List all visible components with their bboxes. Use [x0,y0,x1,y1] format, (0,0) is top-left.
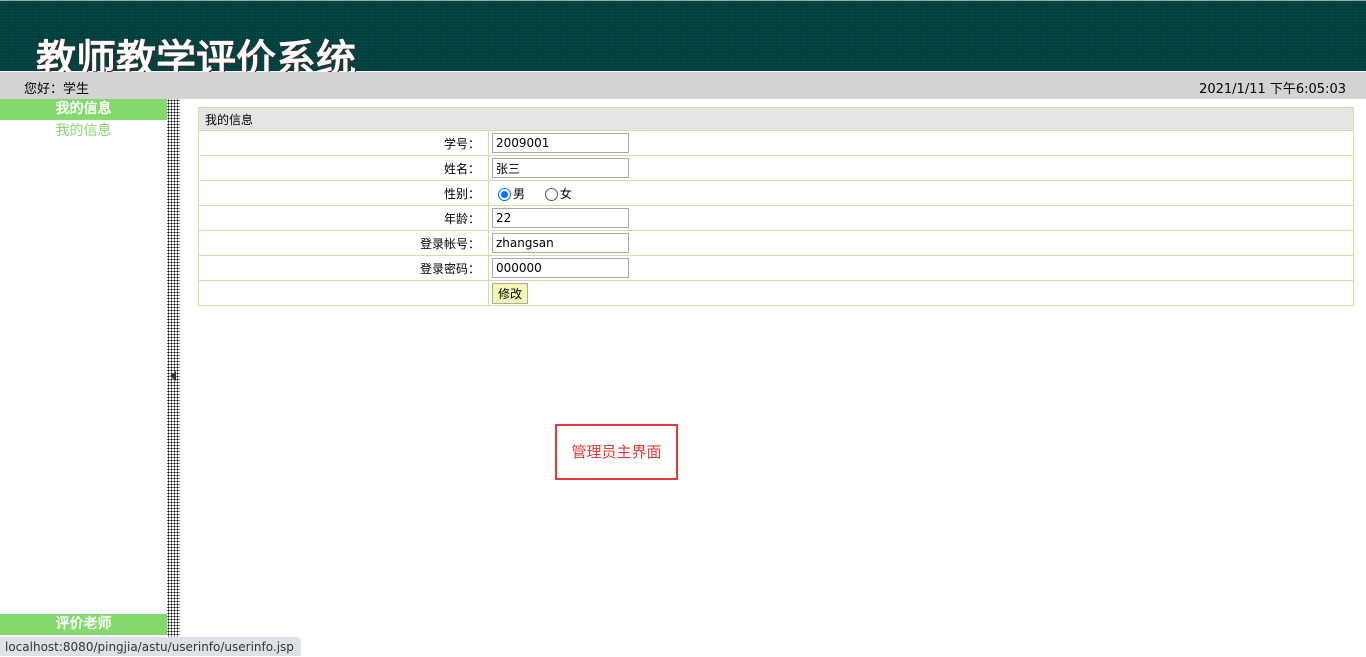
collapse-arrow-icon[interactable] [170,371,176,381]
sidebar-section-evaluate-teacher[interactable]: 评价老师 [0,614,167,635]
modify-button[interactable]: 修改 [492,282,529,304]
account-label: 登录帐号： [198,230,489,256]
empty-cell [198,280,489,306]
student-id-input[interactable] [492,133,629,153]
top-bar: 您好：学生 2021/1/11 下午6:05:03 [0,72,1366,99]
sidebar-section-my-info[interactable]: 我的信息 [0,99,167,120]
gender-female-label: 女 [559,186,572,201]
gender-label: 性别： [198,180,489,206]
age-label: 年龄： [198,205,489,231]
sidebar-item-my-info[interactable]: 我的信息 [0,120,167,142]
age-input[interactable] [492,208,629,228]
status-bar-url: localhost:8080/pingjia/astu/userinfo/use… [0,637,301,656]
name-input[interactable] [492,158,629,178]
student-id-label: 学号： [198,130,489,156]
account-input[interactable] [492,233,629,253]
header-banner: 教师教学评价系统 [0,0,1366,83]
password-label: 登录密码： [198,255,489,281]
datetime: 2021/1/11 下午6:05:03 [1199,82,1346,97]
user-info-form: 我的信息 学号： 姓名： 性别： 男 女 年龄： 登录帐号： 登录密码： 修改 [198,107,1354,306]
name-label: 姓名： [198,155,489,181]
gender-male-label: 男 [513,186,526,201]
gender-male-radio[interactable] [498,187,511,201]
admin-main-label: 管理员主界面 [555,424,678,480]
greeting: 您好：学生 [24,82,90,97]
sidebar: 我的信息 我的信息 评价老师 [0,99,167,656]
form-caption: 我的信息 [198,107,1354,131]
password-input[interactable] [492,258,629,278]
gender-female-radio[interactable] [544,187,558,201]
